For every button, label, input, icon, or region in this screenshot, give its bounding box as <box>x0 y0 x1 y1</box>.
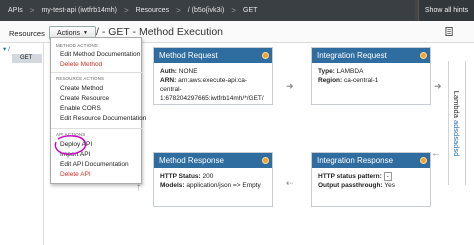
integration-response-title: Integration Response <box>317 156 394 165</box>
menu-divider <box>51 128 143 129</box>
integration-request-title: Integration Request <box>317 51 387 60</box>
breadcrumb-apis[interactable]: APIs <box>6 0 25 21</box>
menu-divider <box>51 72 143 73</box>
region-key: Region: <box>318 77 343 84</box>
http-status-value: 200 <box>202 173 214 180</box>
document-icon[interactable] <box>445 27 454 36</box>
method-request-box[interactable]: Method Request Auth: NONE ARN: arn:aws:e… <box>153 47 273 105</box>
settings-icon <box>420 157 427 164</box>
menu-item-delete-method[interactable]: Delete Method <box>60 61 102 68</box>
breadcrumb-label: / (b5o{ivk3i) <box>187 7 225 14</box>
breadcrumb-separator: > <box>29 6 35 15</box>
menu-item-create-method[interactable]: Create Method <box>60 85 103 92</box>
breadcrumb-api-name[interactable]: my-test-api (iwtfrb14mh) <box>39 0 118 21</box>
actions-menu: METHOD ACTIONS Edit Method Documentation… <box>50 37 146 184</box>
models-key: Models: <box>160 182 185 189</box>
breadcrumb-separator: > <box>176 6 181 15</box>
lambda-panel-label: Lambda adsdsadsd <box>453 90 462 155</box>
show-all-hints-button[interactable]: Show all hints <box>418 0 474 21</box>
highlight-circle-annotation <box>54 135 87 155</box>
menu-header-method-actions: METHOD ACTIONS <box>56 43 98 48</box>
menu-item-edit-method-documentation[interactable]: Edit Method Documentation <box>60 51 140 58</box>
breadcrumb-separator: > <box>123 6 129 15</box>
arn-value: arn:aws:execute-api:ca-central-1:6782042… <box>160 77 264 102</box>
breadcrumb-label: APIs <box>8 7 23 14</box>
arrow-left-icon: ⇠ <box>286 178 294 188</box>
method-response-header[interactable]: Method Response <box>154 153 272 168</box>
menu-item-edit-resource-documentation[interactable]: Edit Resource Documentation <box>60 115 146 122</box>
top-breadcrumb-bar: APIs > my-test-api (iwtfrb14mh) > Resour… <box>0 0 474 21</box>
menu-item-enable-cors[interactable]: Enable CORS <box>60 105 101 112</box>
chevron-down-icon: ▼ <box>83 30 88 36</box>
method-response-box[interactable]: Method Response HTTP Status: 200 Models:… <box>153 152 273 207</box>
method-request-title: Method Request <box>159 51 218 60</box>
passthrough-value: Yes <box>384 182 395 189</box>
breadcrumb-separator: > <box>231 6 236 15</box>
method-request-body: Auth: NONE ARN: arn:aws:execute-api:ca-c… <box>154 63 272 107</box>
breadcrumb-resources[interactable]: Resources <box>134 0 171 21</box>
breadcrumb-label: Resources <box>135 7 170 14</box>
status-pattern-key: HTTP status pattern: <box>318 173 382 180</box>
resource-tree: ▾ / GET <box>0 43 44 245</box>
integration-request-header[interactable]: Integration Request <box>312 48 430 63</box>
menu-item-edit-api-documentation[interactable]: Edit API Documentation <box>60 161 129 168</box>
method-response-title: Method Response <box>159 156 224 165</box>
integration-response-box[interactable]: Integration Response HTTP status pattern… <box>311 152 431 207</box>
menu-header-resource-actions: RESOURCE ACTIONS <box>56 76 105 81</box>
show-all-hints-label: Show all hints <box>424 7 469 14</box>
settings-icon <box>262 52 269 59</box>
auth-key: Auth: <box>160 68 177 75</box>
lambda-label: Lambda <box>452 90 462 118</box>
integration-request-body: Type: LAMBDA Region: ca-central-1 <box>312 63 430 89</box>
tree-root-resource[interactable]: ▾ / <box>3 45 10 53</box>
integration-request-box[interactable]: Integration Request Type: LAMBDA Region:… <box>311 47 431 105</box>
settings-icon <box>262 157 269 164</box>
arrow-right-icon: ➜ <box>286 81 294 91</box>
tree-root-label: / <box>8 46 10 53</box>
region-value: ca-central-1 <box>344 77 379 84</box>
status-pattern-value: - <box>383 172 392 181</box>
models-value: application/json => Empty <box>186 182 261 189</box>
type-value: LAMBDA <box>336 68 364 75</box>
method-response-body: HTTP Status: 200 Models: application/jso… <box>154 168 272 194</box>
breadcrumb-label: my-test-api (iwtfrb14mh) <box>41 7 117 14</box>
integration-response-body: HTTP status pattern: - Output passthroug… <box>312 168 430 194</box>
http-status-key: HTTP Status: <box>160 173 201 180</box>
settings-icon <box>420 52 427 59</box>
auth-value: NONE <box>178 68 198 75</box>
passthrough-key: Output passthrough: <box>318 182 383 189</box>
resources-label: Resources <box>9 29 45 38</box>
lambda-function-panel[interactable]: Lambda adsdsadsd <box>448 61 466 185</box>
integration-response-header[interactable]: Integration Response <box>312 153 430 168</box>
arrow-right-icon: ➜ <box>434 81 442 91</box>
type-key: Type: <box>318 68 335 75</box>
breadcrumb-label: GET <box>243 7 258 14</box>
arn-key: ARN: <box>160 77 177 84</box>
method-request-header[interactable]: Method Request <box>154 48 272 63</box>
actions-label: Actions <box>57 29 80 37</box>
breadcrumb-resource-id[interactable]: / (b5o{ivk3i) <box>186 0 227 21</box>
tree-method-get[interactable]: GET <box>12 54 42 63</box>
menu-item-delete-api[interactable]: Delete API <box>60 171 91 178</box>
lambda-function-link[interactable]: adsdsadsd <box>453 119 462 155</box>
breadcrumb-method[interactable]: GET <box>241 0 259 21</box>
menu-item-create-resource[interactable]: Create Resource <box>60 95 109 102</box>
arrow-left-icon: ← <box>431 148 441 159</box>
